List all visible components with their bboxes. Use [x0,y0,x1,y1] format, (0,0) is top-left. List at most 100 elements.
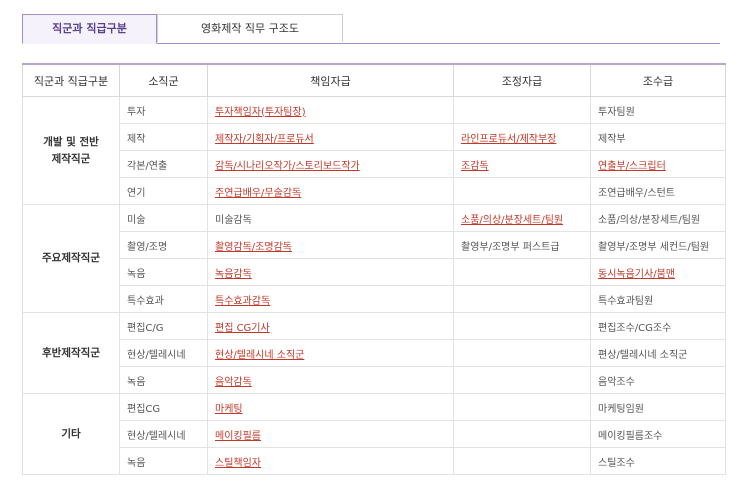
header-assistant-level: 조수급 [590,63,726,97]
header-job-group: 직군과 직급구분 [22,63,120,97]
chief-level-cell: 주연급배우/무술감독 [207,177,454,205]
chief-level-link[interactable]: 메이킹필름 [215,431,261,442]
table-row: 제작 제작자/기획자/프로듀서 라인프로듀서/제작부장 제작부 [23,123,726,151]
coordinator-level-cell [453,96,591,124]
sub-group-cell: 제작 [119,123,208,151]
job-group-cell: 후반제작직군 [22,312,120,394]
sub-group-cell: 녹음 [119,366,208,394]
chief-level-text: 미술감독 [215,214,252,226]
chief-level-link[interactable]: 음악감독 [215,377,252,388]
assistant-level-cell: 연출부/스크립터 [590,150,726,178]
assistant-level-text: 소품/의상/분장세트/팀원 [598,214,701,226]
coordinator-level-cell [453,258,591,286]
sub-group-cell: 편집CG [119,393,208,421]
chief-level-cell: 녹음감독 [207,258,454,286]
coordinator-level-cell [453,285,591,313]
coordinator-level-cell [453,339,591,367]
table-row: 각본/연출 감독/시나리오작가/스토리보드작가 조감독 연출부/스크립터 [23,150,726,178]
assistant-level-cell: 마케팅임원 [590,393,726,421]
assistant-level-cell: 특수효과팀원 [590,285,726,313]
sub-group-cell: 녹음 [119,447,208,475]
table-row: 기타 편집CG 마케팅 마케팅임원 [22,393,726,475]
assistant-level-text: 마케팅임원 [598,403,644,415]
coordinator-level-cell: 조감독 [453,150,591,178]
coordinator-level-cell [453,393,591,421]
assistant-level-text: 스틸조수 [598,457,635,469]
header-coordinator-level: 조정자급 [453,63,591,97]
assistant-level-text: 제작부 [598,133,626,145]
assistant-level-cell: 촬영부/조명부 세컨드/팀원 [590,231,726,259]
assistant-level-cell: 소품/의상/분장세트/팀원 [590,204,726,232]
assistant-level-cell: 편상/텔레시네 소직군 [590,339,726,367]
table-row: 촬영/조명 촬영감독/조명감독 촬영부/조명부 퍼스트급 촬영부/조명부 세컨드/팀원 [23,231,726,259]
assistant-level-text: 촬영부/조명부 세컨드/팀원 [598,241,710,253]
assistant-level-cell: 조연급배우/스턴트 [590,177,726,205]
chief-level-cell: 현상/텔레시네 소직군 [207,339,454,367]
table-row: 주요제작직군 미술 미술감독 소품/의상/분장세트/팀원 소품/의상/분장세트/팀원 [22,204,726,313]
chief-level-cell: 투자책임자(투자팀장) [207,96,454,124]
header-chief-level: 책임자급 [207,63,454,97]
assistant-level-text: 음악조수 [598,376,635,388]
job-group-cell: 개발 및 전반 제작직군 [22,96,120,205]
job-classification-table: 직군과 직급구분 소직군 책임자급 조정자급 조수급 개발 및 전반 제작직군 투… [22,63,726,475]
assistant-level-text: 메이킹필름조수 [598,430,663,442]
assistant-level-cell: 투자팀원 [590,96,726,124]
coordinator-level-cell [453,366,591,394]
chief-level-link[interactable]: 마케팅 [215,404,243,415]
chief-level-link[interactable]: 촬영감독/조명감독 [215,242,292,253]
table-row: 녹음 음악감독 음악조수 [23,366,726,394]
chief-level-cell: 메이킹필름 [207,420,454,448]
chief-level-link[interactable]: 현상/텔레시네 소직군 [215,350,304,361]
chief-level-cell: 특수효과감독 [207,285,454,313]
sub-group-cell: 미술 [119,204,208,232]
tab-job-groups[interactable]: 직군과 직급구분 [22,14,157,44]
coordinator-level-cell [453,420,591,448]
table-row: 특수효과 특수효과감독 특수효과팀원 [23,285,726,313]
assistant-level-link[interactable]: 연출부/스크립터 [598,161,666,172]
coordinator-level-text: 촬영부/조명부 퍼스트급 [461,241,560,253]
chief-level-link[interactable]: 편집 CG기사 [215,323,270,334]
assistant-level-text: 편집조수/CG조수 [598,322,672,334]
assistant-level-link[interactable]: 동시녹음기사/붐맨 [598,269,675,280]
table-row: 개발 및 전반 제작직군 투자 투자책임자(투자팀장) 투자팀원 [22,96,726,205]
coordinator-level-cell: 라인프로듀서/제작부장 [453,123,591,151]
chief-level-link[interactable]: 주연급배우/무술감독 [215,188,301,199]
assistant-level-cell: 음악조수 [590,366,726,394]
sub-group-cell: 녹음 [119,258,208,286]
assistant-level-cell: 제작부 [590,123,726,151]
coordinator-level-link[interactable]: 라인프로듀서/제작부장 [461,134,556,145]
chief-level-link[interactable]: 스틸책임자 [215,458,261,469]
assistant-level-cell: 스틸조수 [590,447,726,475]
chief-level-link[interactable]: 감독/시나리오작가/스토리보드작가 [215,161,360,172]
coordinator-level-cell [453,312,591,340]
chief-level-cell: 감독/시나리오작가/스토리보드작가 [207,150,454,178]
coordinator-level-link[interactable]: 조감독 [461,161,489,172]
chief-level-cell: 편집 CG기사 [207,312,454,340]
tab-job-structure[interactable]: 영화제작 직무 구조도 [157,14,343,42]
table-row: 현상/텔레시네 메이킹필름 메이킹필름조수 [23,420,726,448]
chief-level-cell: 스틸책임자 [207,447,454,475]
coordinator-level-cell: 소품/의상/분장세트/팀원 [453,204,591,232]
table-row: 녹음 녹음감독 동시녹음기사/붐맨 [23,258,726,286]
table-body: 개발 및 전반 제작직군 투자 투자책임자(투자팀장) 투자팀원제작 제작자/기획자/프… [22,96,726,475]
sub-group-cell: 편집C/G [119,312,208,340]
chief-level-link[interactable]: 특수효과감독 [215,296,270,307]
chief-level-cell: 마케팅 [207,393,454,421]
sub-group-cell: 촬영/조명 [119,231,208,259]
sub-group-cell: 투자 [119,96,208,124]
chief-level-link[interactable]: 제작자/기획자/프로듀서 [215,134,314,145]
chief-level-link[interactable]: 투자책임자(투자팀장) [215,107,306,118]
assistant-level-text: 특수효과팀원 [598,295,654,307]
table-row: 후반제작직군 편집C/G 편집 CG기사 편집조수/CG조수 [22,312,726,394]
sub-group-cell: 특수효과 [119,285,208,313]
coordinator-level-cell [453,447,591,475]
job-group-cell: 주요제작직군 [22,204,120,313]
table-row: 연기 주연급배우/무술감독 조연급배우/스턴트 [23,177,726,205]
coordinator-level-cell [453,177,591,205]
chief-level-cell: 제작자/기획자/프로듀서 [207,123,454,151]
coordinator-level-cell: 촬영부/조명부 퍼스트급 [453,231,591,259]
sub-group-cell: 각본/연출 [119,150,208,178]
chief-level-link[interactable]: 녹음감독 [215,269,252,280]
job-group-cell: 기타 [22,393,120,475]
coordinator-level-link[interactable]: 소품/의상/분장세트/팀원 [461,215,563,226]
